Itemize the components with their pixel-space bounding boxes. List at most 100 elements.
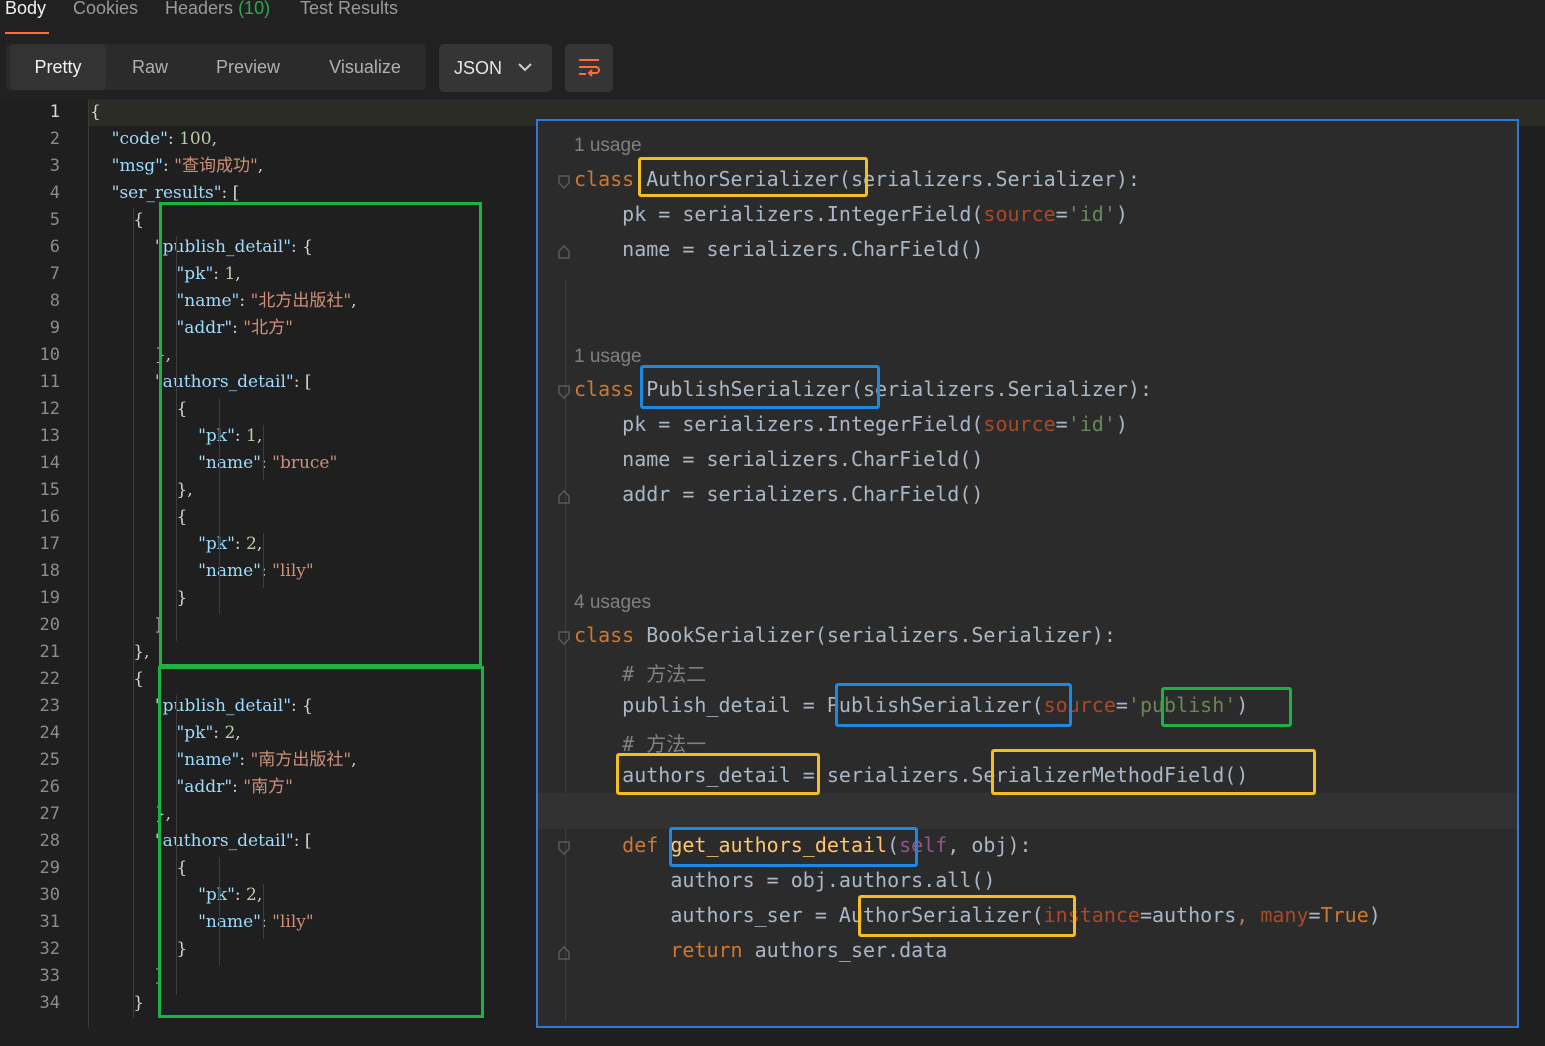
wrap-lines-icon <box>579 59 600 77</box>
fold-end-icon[interactable] <box>558 490 570 504</box>
line-number: 28 <box>39 831 60 851</box>
json-line: }, <box>90 642 150 662</box>
line-number: 33 <box>39 966 60 986</box>
code-text: pk = serializers.IntegerField( <box>574 412 984 436</box>
class-keyword: class <box>574 377 635 401</box>
class-base: (serializers.Serializer): <box>850 377 1152 401</box>
line-number: 15 <box>39 480 60 500</box>
publish-name-line: name = serializers.CharField() <box>574 447 984 471</box>
json-line: "msg": "查询成功", <box>111 156 264 176</box>
highlight-box-get-authors-detail <box>669 827 918 867</box>
line-number: 17 <box>39 534 60 554</box>
code-text: ) <box>1115 412 1128 436</box>
line-number: 22 <box>39 669 60 689</box>
comment-line: # 方法二 <box>574 662 707 686</box>
line-number: 2 <box>49 129 60 149</box>
code-text: = <box>1055 202 1068 226</box>
line-number: 5 <box>49 210 60 230</box>
line-number: 21 <box>39 642 60 662</box>
json-line: { <box>90 210 145 230</box>
indent-guide <box>133 208 134 1018</box>
fold-end-icon[interactable] <box>558 245 570 259</box>
line-number: 4 <box>49 183 60 203</box>
view-visualize-button[interactable]: Visualize <box>310 44 420 90</box>
highlight-box-publish-serializer-ref <box>835 683 1072 727</box>
highlight-box-publish-source <box>1161 687 1292 727</box>
param-name: many <box>1260 903 1309 927</box>
json-line: ] <box>90 615 162 635</box>
book-serializer-class-line: class BookSerializer(serializers.Seriali… <box>574 623 1116 647</box>
line-number: 9 <box>49 318 60 338</box>
line-number: 13 <box>39 426 60 446</box>
usage-hint[interactable]: 1 usage <box>574 346 642 368</box>
tab-headers[interactable]: Headers (10) <box>165 0 270 19</box>
code-text: authors_ser = <box>574 903 839 927</box>
line-number: 16 <box>39 507 60 527</box>
line-number: 8 <box>49 291 60 311</box>
code-text: = <box>1055 412 1068 436</box>
line-number: 12 <box>39 399 60 419</box>
line-number: 7 <box>49 264 60 284</box>
code-text: = <box>1115 693 1128 717</box>
line-number: 1 <box>49 102 60 122</box>
return-keyword: return <box>574 938 743 962</box>
fold-icon[interactable] <box>558 631 570 645</box>
view-raw-button[interactable]: Raw <box>110 44 190 90</box>
wrap-lines-button[interactable] <box>565 44 613 92</box>
code-text: ) <box>1115 202 1128 226</box>
line-number: 23 <box>39 696 60 716</box>
json-key: "msg" <box>111 156 163 176</box>
json-line: ] <box>90 966 162 986</box>
json-key: "code" <box>111 129 168 149</box>
json-key: "ser_results" <box>111 183 222 203</box>
line-number: 11 <box>39 372 60 392</box>
view-preview-button[interactable]: Preview <box>198 44 298 90</box>
author-pk-line: pk = serializers.IntegerField(source='id… <box>574 202 1128 226</box>
view-mode-switcher: Pretty Raw Preview Visualize <box>6 44 426 90</box>
line-number: 31 <box>39 912 60 932</box>
json-line: { <box>90 669 145 689</box>
publish-addr-line: addr = serializers.CharField() <box>574 482 984 506</box>
param-name: source <box>983 412 1056 436</box>
headers-count-badge: (10) <box>238 0 271 18</box>
code-text: ) <box>1368 903 1381 927</box>
highlight-box-publish-serializer <box>640 365 880 409</box>
usage-hint[interactable]: 1 usage <box>574 135 642 157</box>
json-line: "code": 100, <box>111 129 217 149</box>
json-line: { <box>90 102 101 122</box>
line-number: 34 <box>39 993 60 1013</box>
class-keyword: class <box>574 167 635 191</box>
class-keyword: class <box>574 623 635 647</box>
authors-line: authors = obj.authors.all() <box>574 868 996 892</box>
tab-test-results[interactable]: Test Results <box>300 0 398 19</box>
line-number: 6 <box>49 237 60 257</box>
code-text: publish_detail = <box>574 693 827 717</box>
fold-icon[interactable] <box>558 175 570 189</box>
class-head: BookSerializer(serializers.Serializer): <box>634 623 1116 647</box>
highlight-box-author-serializer <box>638 157 868 197</box>
return-line: return authors_ser.data <box>574 938 947 962</box>
ide-code-overlay: 1 usage class AuthorSerializer(serialize… <box>536 119 1519 1028</box>
line-number: 14 <box>39 453 60 473</box>
line-number: 26 <box>39 777 60 797</box>
line-number: 10 <box>39 345 60 365</box>
json-string: "查询成功" <box>174 156 258 176</box>
tab-cookies[interactable]: Cookies <box>73 0 138 19</box>
true-keyword: True <box>1320 903 1369 927</box>
highlight-box-first-result <box>159 202 482 667</box>
code-text: authors_ser.data <box>742 938 948 962</box>
gutter-divider <box>88 100 89 1028</box>
tab-headers-label: Headers <box>165 0 234 18</box>
view-pretty-button[interactable]: Pretty <box>10 44 106 90</box>
def-keyword: def <box>574 833 671 857</box>
param-name: source <box>983 202 1056 226</box>
tab-body[interactable]: Body <box>5 0 46 19</box>
fold-end-icon[interactable] <box>558 946 570 960</box>
highlight-box-method-field <box>991 749 1316 795</box>
fold-icon[interactable] <box>558 385 570 399</box>
format-select[interactable]: JSON <box>439 44 552 92</box>
fold-icon[interactable] <box>558 841 570 855</box>
code-text: , obj): <box>947 833 1032 857</box>
usage-hint[interactable]: 4 usages <box>574 592 651 614</box>
line-number: 32 <box>39 939 60 959</box>
